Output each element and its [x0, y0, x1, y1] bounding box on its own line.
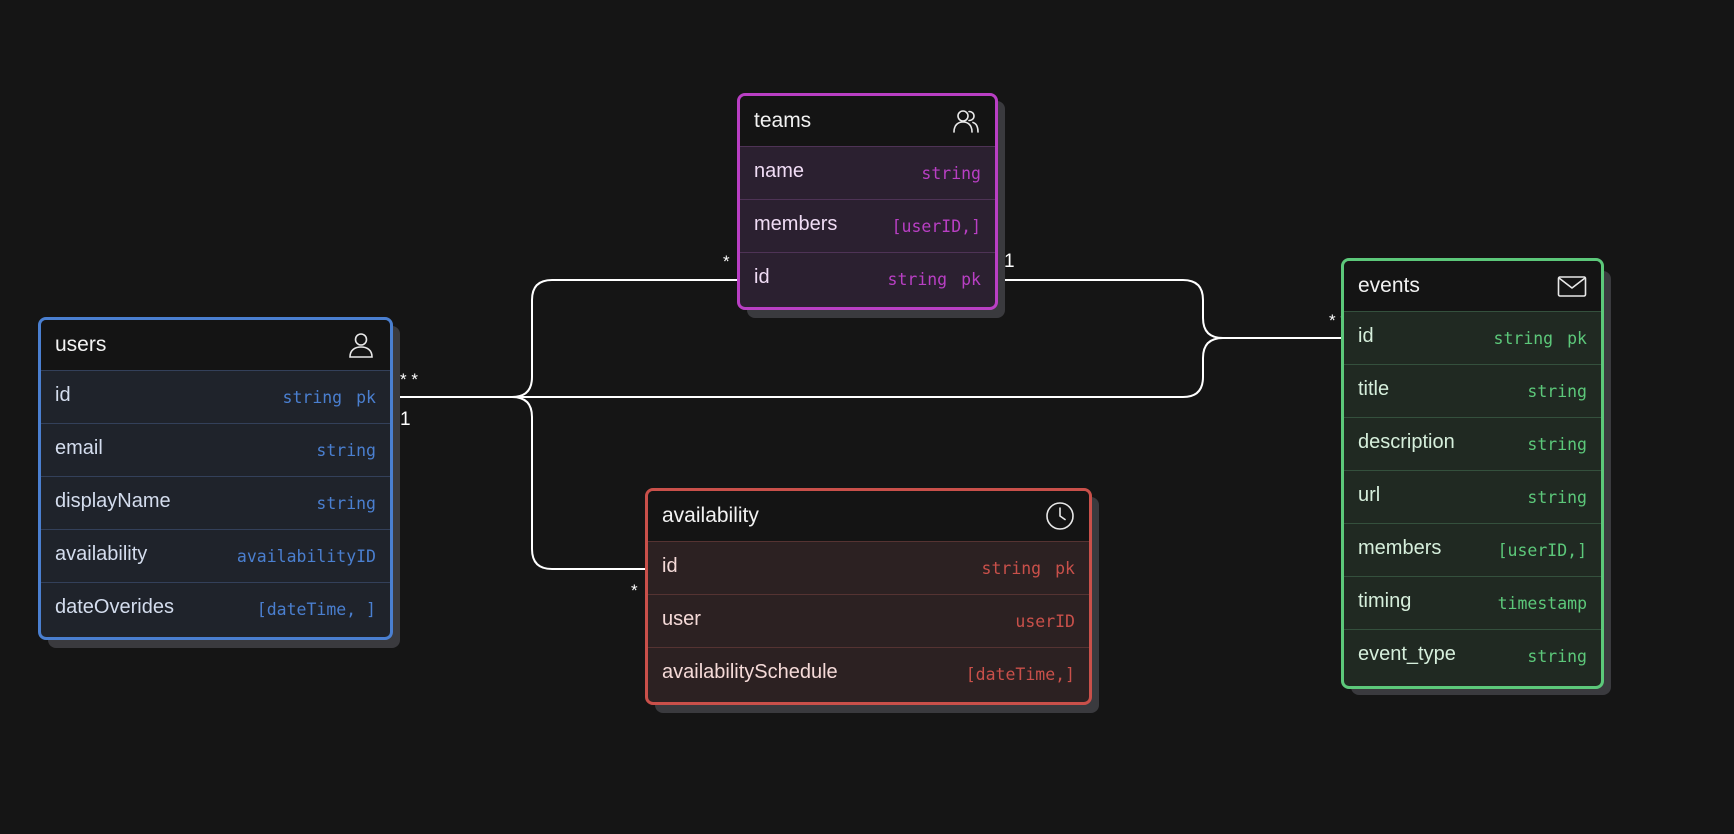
availability-row-user[interactable]: user userID — [648, 595, 1089, 648]
field-name: timing — [1358, 589, 1412, 612]
field-type: string — [316, 493, 376, 513]
field-name: id — [754, 266, 770, 288]
events-row-id[interactable]: id string pk — [1344, 312, 1601, 365]
field-type: string — [921, 163, 981, 183]
availability-table-title: availability — [662, 504, 759, 527]
teams-table-title: teams — [754, 109, 812, 132]
field-name: dateOverides — [55, 596, 174, 618]
primary-key-badge: pk — [961, 270, 981, 289]
availability-table-header[interactable]: availability — [648, 491, 1089, 542]
availability-table[interactable]: availability id string pk user userID av… — [645, 488, 1092, 705]
field-name: id — [55, 383, 71, 406]
field-type: string — [1527, 434, 1587, 454]
field-name: members — [754, 212, 838, 235]
primary-key-badge: pk — [1055, 558, 1075, 578]
events-row-timing[interactable]: timing timestamp — [1344, 577, 1601, 630]
connector-teams-events[interactable] — [993, 279, 1349, 339]
cardinality-teams-right: 1 — [1004, 251, 1015, 272]
field-name: members — [1358, 536, 1442, 559]
users-row-dateoverides[interactable]: dateOverides [dateTime, ] — [41, 583, 390, 636]
users-table-header[interactable]: users — [41, 320, 390, 371]
field-type: [dateTime,] — [965, 665, 1075, 684]
field-name: displayName — [55, 489, 171, 512]
field-name: description — [1358, 430, 1455, 453]
clock-icon — [1045, 501, 1075, 531]
field-type: [userID,] — [891, 216, 981, 236]
users-table-title: users — [55, 333, 107, 356]
field-type: [userID,] — [1497, 540, 1587, 560]
cardinality-users-many: * * — [400, 370, 418, 389]
connector-users-availability[interactable] — [387, 396, 651, 570]
field-name: title — [1358, 377, 1390, 400]
field-name: availabilitySchedule — [662, 661, 838, 683]
events-table[interactable]: events id string pk title string descrip… — [1341, 258, 1604, 689]
primary-key-badge: pk — [1567, 328, 1587, 348]
field-type: string — [316, 440, 376, 460]
teams-table[interactable]: teams name string members [userID,] id s… — [737, 93, 998, 310]
field-type: string — [887, 270, 948, 289]
events-table-header[interactable]: events — [1344, 261, 1601, 312]
teams-row-members[interactable]: members [userID,] — [740, 200, 995, 253]
users-group-icon — [951, 106, 981, 136]
field-name: id — [1358, 324, 1374, 347]
field-type: string — [1527, 381, 1587, 401]
primary-key-badge: pk — [356, 387, 376, 407]
field-type: string — [1493, 328, 1554, 348]
users-row-displayname[interactable]: displayName string — [41, 477, 390, 530]
field-name: user — [662, 607, 701, 630]
field-name: event_type — [1358, 643, 1456, 665]
cardinality-availability-many: * — [631, 581, 638, 600]
field-type: userID — [1015, 611, 1075, 631]
field-type: availabilityID — [236, 546, 376, 566]
availability-row-schedule[interactable]: availabilitySchedule [dateTime,] — [648, 648, 1089, 701]
field-type: string — [1527, 647, 1587, 666]
events-table-title: events — [1358, 274, 1420, 297]
field-name: name — [754, 159, 805, 182]
users-row-email[interactable]: email string — [41, 424, 390, 477]
user-icon — [346, 330, 376, 360]
teams-table-header[interactable]: teams — [740, 96, 995, 147]
mail-icon — [1557, 271, 1587, 301]
users-table[interactable]: users id string pk email string displayN… — [38, 317, 393, 640]
events-row-url[interactable]: url string — [1344, 471, 1601, 524]
cardinality-teams-left: * — [723, 252, 730, 271]
field-type: string — [1527, 487, 1587, 507]
field-type: string — [282, 387, 343, 407]
connector-users-teams[interactable] — [387, 279, 743, 398]
users-row-availability[interactable]: availability availabilityID — [41, 530, 390, 583]
teams-row-name[interactable]: name string — [740, 147, 995, 200]
field-name: id — [662, 554, 678, 577]
users-row-id[interactable]: id string pk — [41, 371, 390, 424]
field-name: url — [1358, 483, 1381, 506]
availability-row-id[interactable]: id string pk — [648, 542, 1089, 595]
events-row-title[interactable]: title string — [1344, 365, 1601, 418]
field-name: email — [55, 436, 103, 459]
field-type: timestamp — [1497, 593, 1587, 613]
teams-row-id[interactable]: id string pk — [740, 253, 995, 306]
field-type: string — [981, 558, 1042, 578]
events-row-description[interactable]: description string — [1344, 418, 1601, 471]
field-name: availability — [55, 542, 148, 565]
cardinality-users-one: 1 — [400, 409, 411, 430]
events-row-event-type[interactable]: event_type string — [1344, 630, 1601, 683]
field-type: [dateTime, ] — [256, 600, 376, 619]
events-row-members[interactable]: members [userID,] — [1344, 524, 1601, 577]
